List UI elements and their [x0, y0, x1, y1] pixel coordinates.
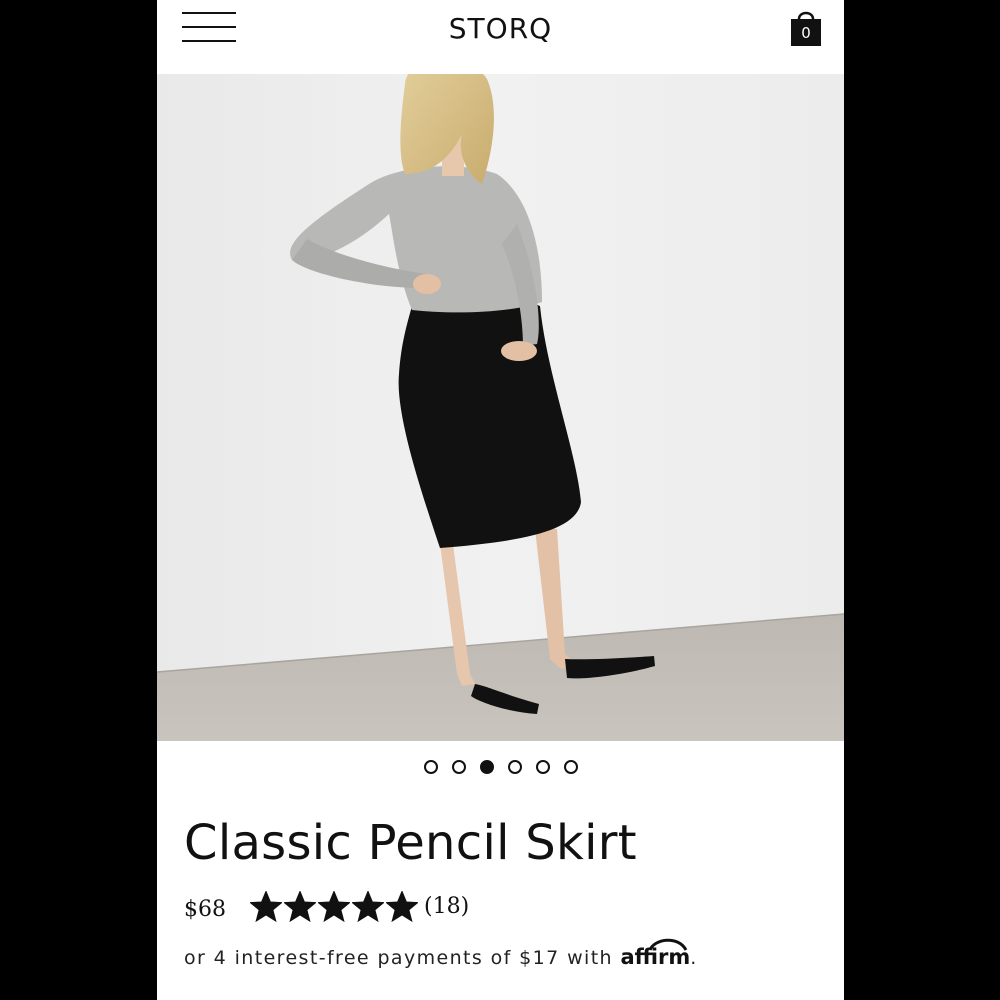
star-rating[interactable]	[250, 890, 418, 922]
carousel-dot[interactable]	[423, 760, 438, 774]
affirm-logo[interactable]: affirm	[620, 938, 690, 969]
cart-count-badge: 0	[801, 24, 811, 42]
cart-button[interactable]: 0	[789, 7, 823, 49]
carousel-dot[interactable]	[507, 760, 522, 774]
installment-text: or 4 interest-free payments of $17 with	[184, 947, 613, 969]
product-hero-image[interactable]	[157, 74, 844, 741]
star-icon	[318, 890, 350, 922]
carousel-dots	[157, 760, 844, 780]
affirm-financing-note: or 4 interest-free payments of $17 with …	[184, 938, 698, 969]
carousel-dot[interactable]	[563, 760, 578, 774]
star-icon	[386, 890, 418, 922]
star-icon	[250, 890, 282, 922]
carousel-dot[interactable]	[479, 760, 494, 774]
review-count-link[interactable]: (18)	[424, 894, 469, 919]
price-rating-row: $68 (18)	[184, 886, 469, 926]
product-price: $68	[184, 896, 226, 922]
star-icon	[284, 890, 316, 922]
brand-logo[interactable]: STORQ	[157, 12, 844, 45]
installment-end: .	[690, 947, 698, 969]
carousel-dot[interactable]	[535, 760, 550, 774]
model-photo	[157, 74, 844, 741]
product-title: Classic Pencil Skirt	[184, 815, 637, 871]
product-page: STORQ 0 Classic Pencil Skirt $68 (18) or…	[157, 0, 844, 1000]
star-icon	[352, 890, 384, 922]
carousel-dot[interactable]	[451, 760, 466, 774]
site-header: STORQ 0	[157, 0, 844, 74]
affirm-arc-icon	[649, 938, 688, 951]
